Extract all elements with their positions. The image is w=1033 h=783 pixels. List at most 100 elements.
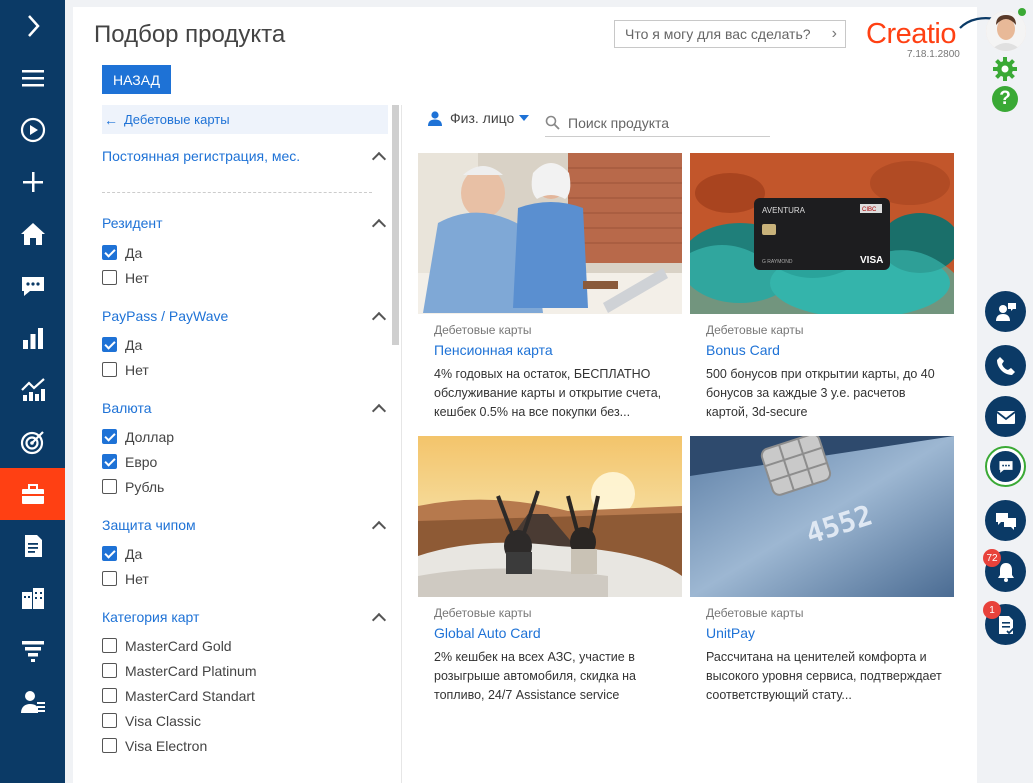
filter-option[interactable]: MasterCard Gold [102, 633, 388, 658]
product-image[interactable] [418, 436, 682, 597]
option-label: Да [125, 244, 143, 261]
card-holder-text: G RAYMOND [762, 259, 793, 265]
product-name-link[interactable]: UnitPay [706, 625, 954, 641]
checkbox-checked-icon[interactable] [102, 454, 117, 469]
checkbox-icon[interactable] [102, 713, 117, 728]
checkbox-checked-icon[interactable] [102, 337, 117, 352]
filter-section-currency: Валюта Доллар Евро Рубль [102, 398, 388, 499]
product-card[interactable]: AVENTURA CIBC G RAYMOND VISA Дебетовые к… [690, 153, 954, 433]
filter-option[interactable]: Да [102, 332, 388, 357]
product-card[interactable]: Дебетовые карты Пенсионная карта 4% годо… [418, 153, 682, 433]
filter-range-input[interactable] [102, 166, 388, 192]
product-image[interactable]: 4552 [690, 436, 954, 597]
dashboards-icon[interactable] [0, 312, 65, 364]
product-name-link[interactable]: Пенсионная карта [434, 342, 682, 358]
filter-option[interactable]: Visa Electron [102, 733, 388, 758]
option-label: MasterCard Standart [125, 687, 255, 704]
collapse-icon[interactable] [371, 520, 387, 536]
assistant-icon[interactable] [985, 291, 1026, 332]
logo-text: Creatio [866, 18, 957, 50]
filter-section-header[interactable]: Резидент [102, 213, 388, 234]
collapse-icon[interactable] [371, 612, 387, 628]
product-name-link[interactable]: Bonus Card [706, 342, 954, 358]
filter-option[interactable]: Visa Classic [102, 708, 388, 733]
filter-panel: ← Дебетовые карты Постоянная регистрация… [102, 105, 388, 783]
plus-icon[interactable] [0, 156, 65, 208]
filter-option[interactable]: Нет [102, 265, 388, 290]
target-icon[interactable] [0, 416, 65, 468]
contacts-icon[interactable] [0, 676, 65, 728]
checkbox-checked-icon[interactable] [102, 429, 117, 444]
checkbox-icon[interactable] [102, 362, 117, 377]
filter-section-header[interactable]: PayPass / PayWave [102, 306, 388, 327]
filter-option[interactable]: MasterCard Standart [102, 683, 388, 708]
breadcrumb[interactable]: ← Дебетовые карты [102, 105, 388, 134]
product-search-input[interactable]: Поиск продукта [545, 109, 770, 137]
filter-option[interactable]: MasterCard Platinum [102, 658, 388, 683]
checkbox-icon[interactable] [102, 688, 117, 703]
toggle-panel-icon[interactable] [0, 0, 65, 52]
checkbox-icon[interactable] [102, 638, 117, 653]
help-icon[interactable]: ? [992, 86, 1018, 112]
page-title: Подбор продукта [94, 21, 286, 48]
funnel-icon[interactable] [0, 624, 65, 676]
filter-section-header[interactable]: Категория карт [102, 607, 388, 628]
checkbox-icon[interactable] [102, 738, 117, 753]
command-line-input[interactable]: Что я могу для вас сделать? › [614, 20, 846, 48]
analytics-icon[interactable] [0, 364, 65, 416]
email-icon[interactable] [985, 396, 1026, 437]
checkbox-icon[interactable] [102, 571, 117, 586]
filter-section-title: Валюта [102, 400, 152, 416]
product-description: 2% кешбек на всех АЗС, участие в розыгры… [434, 650, 636, 702]
product-name-link[interactable]: Global Auto Card [434, 625, 682, 641]
messages-icon[interactable] [985, 500, 1026, 541]
checkbox-checked-icon[interactable] [102, 245, 117, 260]
filter-section-header[interactable]: Защита чипом [102, 515, 388, 536]
avatar[interactable] [986, 11, 1026, 51]
back-button[interactable]: НАЗАД [102, 65, 171, 94]
checkbox-icon[interactable] [102, 663, 117, 678]
product-image[interactable]: AVENTURA CIBC G RAYMOND VISA [690, 153, 954, 314]
play-icon[interactable] [0, 104, 65, 156]
accounts-icon[interactable] [0, 572, 65, 624]
filter-section-title: Защита чипом [102, 517, 196, 533]
filter-option[interactable]: Нет [102, 566, 388, 591]
filter-scrollbar[interactable] [392, 105, 399, 345]
filter-section-title: Категория карт [102, 609, 200, 625]
filter-option[interactable]: Евро [102, 449, 388, 474]
checkbox-icon[interactable] [102, 270, 117, 285]
checkbox-icon[interactable] [102, 479, 117, 494]
product-card[interactable]: 4552 Дебетовые карты UnitPay Рассчитана … [690, 436, 954, 716]
filter-option[interactable]: Доллар [102, 424, 388, 449]
option-label: Visa Electron [125, 737, 208, 754]
document-icon[interactable] [0, 520, 65, 572]
filter-option[interactable]: Рубль [102, 474, 388, 499]
filter-option[interactable]: Нет [102, 357, 388, 382]
products-icon[interactable] [0, 468, 65, 520]
chevron-right-icon[interactable]: › [832, 25, 837, 43]
collapse-icon[interactable] [371, 151, 387, 167]
arrow-left-icon[interactable]: ← [104, 112, 124, 128]
filter-section-header[interactable]: Валюта [102, 398, 388, 419]
collapse-icon[interactable] [371, 311, 387, 327]
filter-option[interactable]: Да [102, 541, 388, 566]
filter-section-header[interactable]: Постоянная регистрация, мес. [102, 146, 388, 167]
persona-selector[interactable]: Физ. лицо [428, 110, 530, 126]
checkbox-checked-icon[interactable] [102, 546, 117, 561]
filter-option[interactable]: Да [102, 240, 388, 265]
product-image[interactable] [418, 153, 682, 314]
phone-icon[interactable] [985, 345, 1026, 386]
chat-icon[interactable] [985, 446, 1026, 487]
menu-icon[interactable] [0, 52, 65, 104]
divider [401, 105, 402, 783]
product-description: 500 бонусов при открытии карты, до 40 бо… [706, 367, 935, 419]
feed-icon[interactable] [0, 260, 65, 312]
gear-icon[interactable] [992, 56, 1018, 87]
collapse-icon[interactable] [371, 403, 387, 419]
option-label: Рубль [125, 478, 165, 495]
caret-down-icon[interactable] [519, 115, 530, 121]
collapse-icon[interactable] [371, 218, 387, 234]
search-placeholder: Поиск продукта [568, 114, 670, 131]
product-card[interactable]: Дебетовые карты Global Auto Card 2% кешб… [418, 436, 682, 716]
home-icon[interactable] [0, 208, 65, 260]
